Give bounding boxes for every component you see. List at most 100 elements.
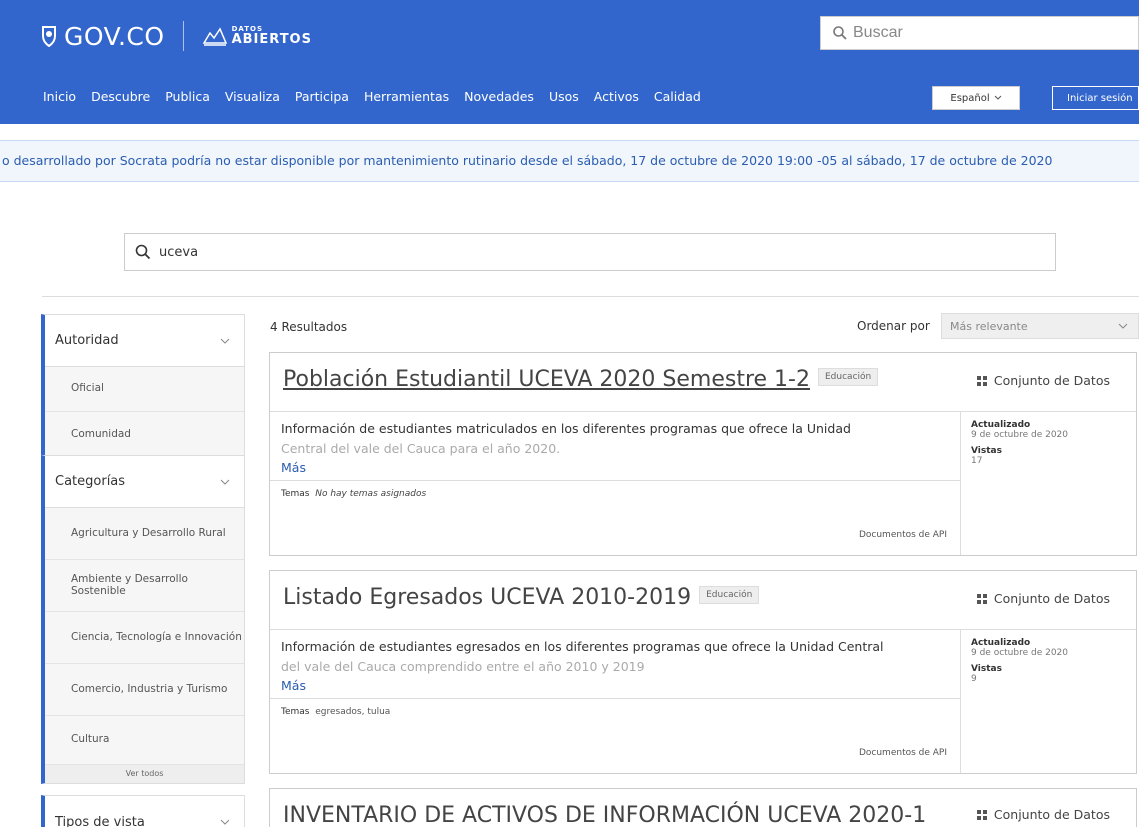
logo-separator (182, 21, 184, 51)
datos-abiertos-logo: DATOS ABIERTOS (231, 26, 312, 47)
filter-autoridad-header[interactable]: Autoridad (45, 315, 244, 367)
description-line: del vale del Cauca comprendido entre el … (281, 659, 645, 674)
result-title-link[interactable]: Población Estudiantil UCEVA 2020 Semestr… (283, 367, 879, 392)
filter-title: Autoridad (55, 333, 119, 348)
nav-descubre[interactable]: Descubre (91, 89, 150, 104)
login-button[interactable]: Iniciar sesión (1052, 86, 1139, 110)
result-type-label: Conjunto de Datos (993, 591, 1110, 606)
chevron-down-icon (994, 95, 1001, 100)
results-count: 4 Resultados (270, 320, 348, 334)
gov-co-text: GOV.CO (64, 21, 165, 51)
language-label: Español (950, 92, 990, 104)
dataset-icon (976, 375, 987, 386)
api-docs-link[interactable]: Documentos de API (859, 748, 947, 758)
result-topics: Temas No hay temas asignados (281, 489, 426, 499)
result-description: Información de estudiantes egresados en … (281, 637, 951, 677)
catalog-search-input[interactable] (159, 244, 1009, 260)
updated-label: Actualizado (971, 638, 1031, 648)
filter-autoridad: Autoridad Oficial Comunidad (41, 314, 245, 458)
chevron-down-icon (220, 479, 230, 485)
filter-tipos-de-vista: Tipos de vista (41, 795, 245, 827)
language-dropdown[interactable]: Español (932, 86, 1020, 110)
result-card: Listado Egresados UCEVA 2010-2019 Educaci… (269, 570, 1137, 774)
result-title-link[interactable]: INVENTARIO DE ACTIVOS DE INFORMACIÓN UCE… (283, 803, 926, 827)
header-search-input[interactable] (853, 24, 1103, 42)
card-separator (270, 698, 960, 699)
maintenance-banner: o desarrollado por Socrata podría no est… (0, 140, 1139, 182)
nav-activos[interactable]: Activos (594, 89, 639, 104)
result-title: Listado Egresados UCEVA 2010-2019 (283, 585, 692, 610)
topics-value: No hay temas asignados (315, 489, 427, 499)
updated-value: 9 de octubre de 2020 (971, 648, 1069, 658)
chevron-down-icon (220, 338, 230, 344)
topics-value[interactable]: egresados, tulua (315, 707, 390, 717)
result-card-header: Población Estudiantil UCEVA 2020 Semestr… (270, 353, 1136, 412)
result-metadata: Actualizado 9 de octubre de 2020 Vistas … (960, 630, 1136, 773)
filter-item-category[interactable]: Cultura (45, 716, 244, 765)
nav-publica[interactable]: Publica (165, 89, 210, 104)
dataset-icon (976, 593, 987, 604)
ver-todos-link[interactable]: Ver todos (45, 765, 244, 783)
abiertos-label: ABIERTOS (231, 32, 312, 47)
nav-novedades[interactable]: Novedades (464, 89, 534, 104)
nav-calidad[interactable]: Calidad (654, 89, 701, 104)
filter-tipos-header[interactable]: Tipos de vista (45, 796, 244, 827)
description-line: Central del vale del Cauca para el año 2… (281, 441, 561, 456)
maintenance-banner-text: o desarrollado por Socrata podría no est… (2, 153, 1053, 168)
category-tag[interactable]: Educación (818, 368, 879, 386)
result-card-body: Información de estudiantes egresados en … (270, 630, 1136, 773)
filter-categorias: Categorías Agricultura y Desarrollo Rura… (41, 455, 245, 784)
main-nav: Inicio Descubre Publica Visualiza Partic… (43, 89, 716, 104)
filter-item-category[interactable]: Ciencia, Tecnología e Innovación (45, 612, 244, 664)
datos-abiertos-icon (202, 27, 227, 46)
filter-item-category[interactable]: Ambiente y Desarrollo Sostenible (45, 560, 244, 612)
filter-categorias-header[interactable]: Categorías (45, 456, 244, 508)
more-link[interactable]: Más (281, 460, 306, 475)
description-line: Información de estudiantes egresados en … (281, 639, 884, 654)
filter-item-oficial[interactable]: Oficial (45, 367, 244, 412)
nav-inicio[interactable]: Inicio (43, 89, 76, 104)
sort-label: Ordenar por (857, 319, 930, 333)
result-title: Población Estudiantil UCEVA 2020 Semestr… (283, 367, 810, 392)
more-link[interactable]: Más (281, 678, 306, 693)
category-tag[interactable]: Educación (699, 586, 760, 604)
card-separator (270, 480, 960, 481)
nav-herramientas[interactable]: Herramientas (364, 89, 449, 104)
gov-logo[interactable]: GOV.CO DATOS ABIERTOS (40, 18, 312, 54)
views-value: 17 (971, 456, 983, 466)
filter-title: Tipos de vista (55, 814, 145, 827)
header-search[interactable] (820, 16, 1139, 50)
result-type: Conjunto de Datos (976, 807, 1110, 822)
result-card-header: INVENTARIO DE ACTIVOS DE INFORMACIÓN UCE… (270, 789, 1136, 827)
chevron-down-icon (1118, 323, 1128, 329)
views-value: 9 (971, 674, 977, 684)
search-icon (833, 26, 847, 40)
api-docs-link[interactable]: Documentos de API (859, 530, 947, 540)
catalog-search[interactable] (124, 233, 1056, 271)
result-description: Información de estudiantes matriculados … (281, 419, 951, 459)
topics-label: Temas (281, 489, 310, 499)
filter-item-comunidad[interactable]: Comunidad (45, 412, 244, 457)
result-title: INVENTARIO DE ACTIVOS DE INFORMACIÓN UCE… (283, 803, 927, 827)
result-type-label: Conjunto de Datos (993, 373, 1110, 388)
result-topics: Temas egresados, tulua (281, 707, 390, 717)
nav-usos[interactable]: Usos (549, 89, 579, 104)
result-type: Conjunto de Datos (976, 373, 1110, 388)
views-label: Vistas (971, 446, 1002, 456)
sort-dropdown[interactable]: Más relevante (941, 313, 1139, 339)
result-title-link[interactable]: Listado Egresados UCEVA 2010-2019 Educaci… (283, 585, 760, 610)
nav-participa[interactable]: Participa (295, 89, 349, 104)
colombia-shield-icon (42, 26, 56, 47)
result-card: Población Estudiantil UCEVA 2020 Semestr… (269, 352, 1137, 556)
nav-visualiza[interactable]: Visualiza (225, 89, 280, 104)
result-card-header: Listado Egresados UCEVA 2010-2019 Educaci… (270, 571, 1136, 630)
updated-label: Actualizado (971, 420, 1031, 430)
result-card: INVENTARIO DE ACTIVOS DE INFORMACIÓN UCE… (269, 788, 1137, 827)
site-header: GOV.CO DATOS ABIERTOS Inicio Descubre Pu… (0, 0, 1139, 124)
filter-item-category[interactable]: Agricultura y Desarrollo Rural (45, 508, 244, 560)
result-metadata: Actualizado 9 de octubre de 2020 Vistas … (960, 412, 1136, 555)
search-icon (135, 244, 151, 260)
result-type-label: Conjunto de Datos (993, 807, 1110, 822)
filter-item-category[interactable]: Comercio, Industria y Turismo (45, 664, 244, 716)
dataset-icon (976, 809, 987, 820)
